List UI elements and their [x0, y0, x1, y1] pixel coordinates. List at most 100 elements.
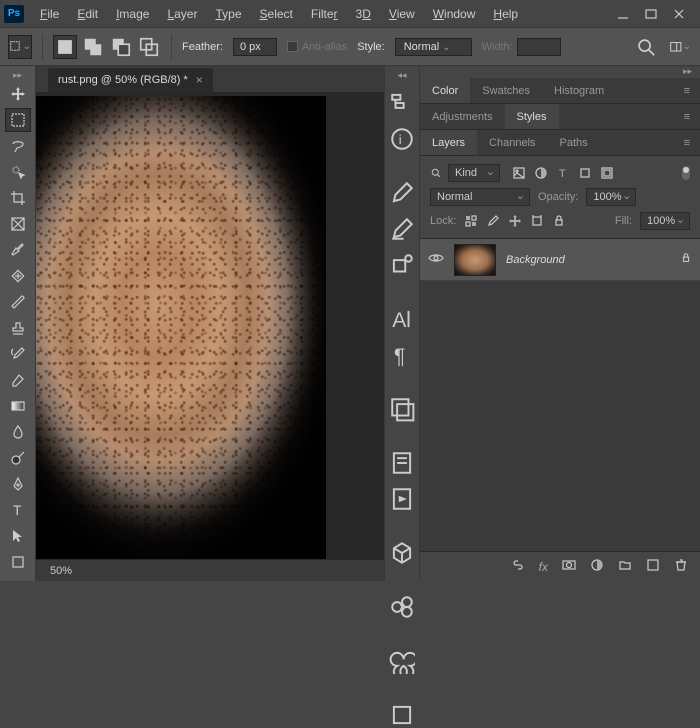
layer-item[interactable]: Background: [420, 239, 700, 281]
blur-tool[interactable]: [5, 420, 31, 444]
stamp-tool[interactable]: [5, 316, 31, 340]
shape-tool[interactable]: [5, 550, 31, 574]
canvas-viewport[interactable]: [36, 92, 384, 559]
brush-tool[interactable]: [5, 290, 31, 314]
frame-tool[interactable]: [5, 212, 31, 236]
menu-layer[interactable]: Layer: [159, 3, 205, 25]
opacity-input[interactable]: 100%: [586, 188, 636, 206]
dodge-tool[interactable]: [5, 446, 31, 470]
gradient-tool[interactable]: [5, 394, 31, 418]
tab-layers[interactable]: Layers: [420, 130, 477, 155]
close-icon[interactable]: ×: [196, 73, 203, 87]
selection-add-icon[interactable]: [81, 35, 105, 59]
menu-filter[interactable]: Filter: [303, 3, 346, 25]
tab-swatches[interactable]: Swatches: [470, 78, 542, 103]
strip-expand[interactable]: ◂◂: [385, 70, 419, 80]
toolbar-expand[interactable]: ▸▸: [0, 70, 35, 80]
maximize-button[interactable]: [644, 7, 658, 21]
panel-menu-icon[interactable]: ≡: [674, 111, 700, 123]
pen-tool[interactable]: [5, 472, 31, 496]
style-select[interactable]: Normal ⌄: [395, 38, 472, 56]
3d-panel-icon[interactable]: [389, 540, 415, 566]
filter-adjust-icon[interactable]: [534, 166, 548, 180]
lock-artboard-icon[interactable]: [530, 214, 544, 228]
delete-layer-icon[interactable]: [674, 558, 688, 575]
selection-intersect-icon[interactable]: [137, 35, 161, 59]
learn-panel-icon[interactable]: [389, 702, 415, 728]
new-layer-icon[interactable]: [646, 558, 660, 575]
lock-pixels-icon[interactable]: [464, 214, 478, 228]
feather-input[interactable]: [233, 38, 277, 56]
eyedropper-tool[interactable]: [5, 238, 31, 262]
layer-thumbnail[interactable]: [454, 244, 496, 276]
filter-toggle[interactable]: [682, 166, 690, 180]
menu-3d[interactable]: 3D: [348, 3, 379, 25]
tab-color[interactable]: Color: [420, 78, 470, 103]
tab-adjustments[interactable]: Adjustments: [420, 104, 505, 129]
tab-styles[interactable]: Styles: [505, 104, 559, 129]
menu-help[interactable]: Help: [485, 3, 526, 25]
layer-filter-select[interactable]: Kind: [448, 164, 500, 182]
menu-view[interactable]: View: [381, 3, 423, 25]
panel-menu-icon[interactable]: ≡: [674, 137, 700, 149]
notes-panel-icon[interactable]: [389, 450, 415, 476]
tab-histogram[interactable]: Histogram: [542, 78, 616, 103]
filter-type-icon[interactable]: T: [556, 166, 570, 180]
filter-pixel-icon[interactable]: [512, 166, 526, 180]
lock-position-icon[interactable]: [508, 214, 522, 228]
lock-icon[interactable]: [680, 252, 692, 267]
paragraph-panel-icon[interactable]: ¶: [389, 342, 415, 368]
document-tab[interactable]: rust.png @ 50% (RGB/8) * ×: [48, 68, 213, 92]
eraser-tool[interactable]: [5, 368, 31, 392]
type-tool[interactable]: T: [5, 498, 31, 522]
visibility-icon[interactable]: [428, 252, 444, 267]
menu-edit[interactable]: Edit: [69, 3, 106, 25]
filter-shape-icon[interactable]: [578, 166, 592, 180]
healing-tool[interactable]: [5, 264, 31, 288]
zoom-level[interactable]: 50%: [50, 565, 72, 577]
layer-comps-panel-icon[interactable]: [389, 396, 415, 422]
panel-menu-icon[interactable]: ≡: [674, 85, 700, 97]
brushes-panel-icon[interactable]: [389, 180, 415, 206]
properties-panel-icon[interactable]: i: [389, 126, 415, 152]
marquee-tool[interactable]: [5, 108, 31, 132]
history-panel-icon[interactable]: [389, 90, 415, 116]
group-icon[interactable]: [618, 558, 632, 575]
lock-all-icon[interactable]: [552, 214, 566, 228]
character-panel-icon[interactable]: A: [389, 306, 415, 332]
selection-subtract-icon[interactable]: [109, 35, 133, 59]
filter-smart-icon[interactable]: [600, 166, 614, 180]
menu-window[interactable]: Window: [425, 3, 484, 25]
fill-input[interactable]: 100%: [640, 212, 690, 230]
panels-collapse[interactable]: ▸▸: [420, 66, 700, 78]
menu-type[interactable]: Type: [207, 3, 249, 25]
blend-mode-select[interactable]: Normal: [430, 188, 530, 206]
clone-panel-icon[interactable]: [389, 252, 415, 278]
history-brush-tool[interactable]: [5, 342, 31, 366]
path-select-tool[interactable]: [5, 524, 31, 548]
workspace-switcher-icon[interactable]: ⌄: [668, 35, 692, 59]
search-icon[interactable]: [634, 35, 658, 59]
brush-settings-panel-icon[interactable]: [389, 216, 415, 242]
layer-mask-icon[interactable]: [562, 558, 576, 575]
cc-libraries-icon[interactable]: [389, 648, 415, 674]
layer-style-icon[interactable]: fx: [539, 560, 548, 574]
tool-preset-picker[interactable]: ⌄: [8, 35, 32, 59]
quick-select-tool[interactable]: [5, 160, 31, 184]
lock-brush-icon[interactable]: [486, 214, 500, 228]
lasso-tool[interactable]: [5, 134, 31, 158]
layer-name[interactable]: Background: [506, 254, 670, 266]
menu-image[interactable]: Image: [108, 3, 157, 25]
layer-list[interactable]: Background: [420, 239, 700, 551]
move-tool[interactable]: [5, 82, 31, 106]
tab-channels[interactable]: Channels: [477, 130, 547, 155]
menu-file[interactable]: File: [32, 3, 67, 25]
actions-panel-icon[interactable]: [389, 486, 415, 512]
crop-tool[interactable]: [5, 186, 31, 210]
link-layers-icon[interactable]: [511, 558, 525, 575]
minimize-button[interactable]: [616, 7, 630, 21]
close-button[interactable]: [672, 7, 686, 21]
libraries-panel-icon[interactable]: [389, 594, 415, 620]
tab-paths[interactable]: Paths: [548, 130, 600, 155]
menu-select[interactable]: Select: [252, 3, 301, 25]
